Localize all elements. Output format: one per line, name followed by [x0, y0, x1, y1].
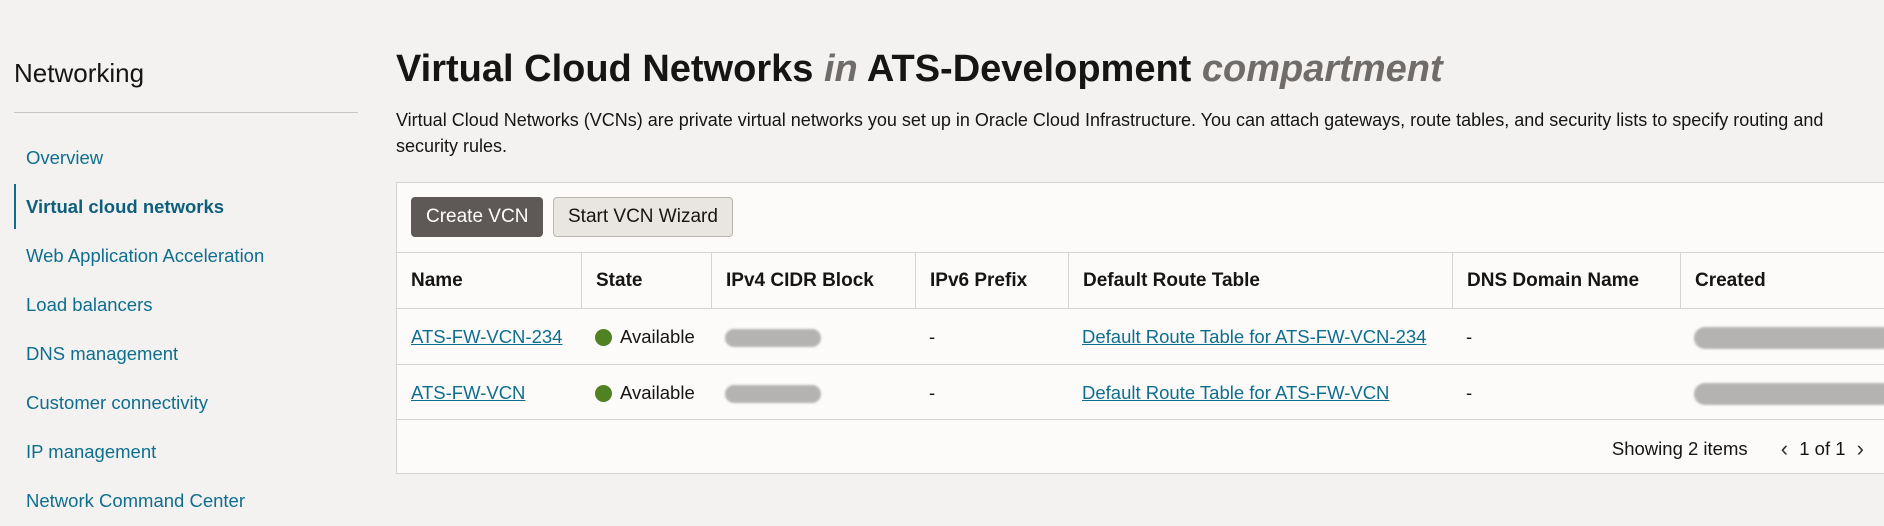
status-available-icon: [595, 329, 612, 346]
sidebar-item-overview[interactable]: Overview: [0, 133, 372, 182]
vcn-dns-cell: -: [1466, 382, 1473, 403]
sidebar-item-load-balancers[interactable]: Load balancers: [0, 280, 372, 329]
vcn-ipv6-cell: -: [929, 326, 936, 347]
vcn-state-cell: Available: [581, 365, 711, 420]
sidebar-divider: [14, 112, 358, 113]
table-row: ATS-FW-VCN-234 Available - Default Route…: [397, 308, 1884, 364]
column-header-ipv4-cidr[interactable]: IPv4 CIDR Block: [711, 253, 915, 308]
create-vcn-button[interactable]: Create VCN: [411, 197, 544, 237]
route-table-link[interactable]: Default Route Table for ATS-FW-VCN: [1082, 382, 1389, 403]
vcn-route-table-cell: Default Route Table for ATS-FW-VCN: [1068, 365, 1452, 420]
vcn-name-cell: ATS-FW-VCN: [397, 365, 581, 420]
page-title: Virtual Cloud Networks in ATS-Developmen…: [396, 48, 1443, 91]
column-header-state[interactable]: State: [581, 253, 711, 308]
column-header-default-route-table[interactable]: Default Route Table: [1068, 253, 1452, 308]
vcn-name-link[interactable]: ATS-FW-VCN: [411, 382, 525, 403]
sidebar-item-dns-management[interactable]: DNS management: [0, 329, 372, 378]
vcn-ipv4-cell: [711, 365, 915, 420]
status-available-icon: [595, 385, 612, 402]
start-vcn-wizard-button[interactable]: Start VCN Wizard: [553, 197, 733, 237]
column-header-dns-domain-name[interactable]: DNS Domain Name: [1452, 253, 1680, 308]
main-content: Virtual Cloud Networks in ATS-Developmen…: [396, 0, 1884, 526]
sidebar: Networking Overview Virtual cloud networ…: [0, 0, 372, 526]
column-header-created[interactable]: Created: [1680, 253, 1884, 308]
vcn-ipv6-cell: -: [929, 382, 936, 403]
page: Networking Overview Virtual cloud networ…: [0, 0, 1884, 526]
page-indicator: 1 of 1: [1799, 438, 1846, 460]
sidebar-item-web-application-acceleration[interactable]: Web Application Acceleration: [0, 231, 372, 280]
column-header-ipv6-prefix[interactable]: IPv6 Prefix: [915, 253, 1068, 308]
vcn-dns-cell: -: [1466, 326, 1473, 347]
sidebar-item-ip-management[interactable]: IP management: [0, 427, 372, 476]
column-header-name[interactable]: Name: [397, 253, 581, 308]
redacted-value: [1694, 383, 1884, 406]
page-title-suffix: compartment: [1201, 48, 1443, 90]
vcn-state-text: Available: [620, 382, 695, 403]
vcn-created-cell: [1680, 309, 1884, 364]
table-row: ATS-FW-VCN Available - Default Route Tab…: [397, 364, 1884, 420]
vcn-state-cell: Available: [581, 309, 711, 364]
redacted-value: [1694, 327, 1884, 350]
redacted-value: [725, 385, 821, 404]
sidebar-title: Networking: [14, 58, 145, 88]
vcn-name-link[interactable]: ATS-FW-VCN-234: [411, 326, 562, 347]
sidebar-item-customer-connectivity[interactable]: Customer connectivity: [0, 378, 372, 427]
pagination: Showing 2 items ‹ 1 of 1 ›: [1612, 433, 1870, 463]
vcn-created-cell: [1680, 365, 1884, 420]
page-title-compartment: ATS-Development: [866, 48, 1192, 90]
page-title-main: Virtual Cloud Networks: [396, 48, 814, 90]
vcn-list-panel: Create VCN Start VCN Wizard Name State I…: [396, 182, 1884, 474]
route-table-link[interactable]: Default Route Table for ATS-FW-VCN-234: [1082, 326, 1426, 347]
vcn-name-cell: ATS-FW-VCN-234: [397, 309, 581, 364]
page-description: Virtual Cloud Networks (VCNs) are privat…: [396, 110, 1824, 156]
chevron-left-icon[interactable]: ‹: [1775, 434, 1794, 464]
sidebar-item-virtual-cloud-networks[interactable]: Virtual cloud networks: [0, 182, 372, 231]
sidebar-nav: Overview Virtual cloud networks Web Appl…: [0, 133, 372, 525]
chevron-right-icon[interactable]: ›: [1851, 434, 1870, 464]
redacted-value: [725, 329, 821, 348]
vcn-state-text: Available: [620, 326, 695, 347]
sidebar-item-network-command-center[interactable]: Network Command Center: [0, 476, 372, 525]
vcn-table: Name State IPv4 CIDR Block IPv6 Prefix D…: [397, 252, 1884, 420]
items-count: Showing 2 items: [1611, 438, 1748, 460]
table-header: Name State IPv4 CIDR Block IPv6 Prefix D…: [397, 252, 1884, 308]
vcn-ipv4-cell: [711, 309, 915, 364]
vcn-route-table-cell: Default Route Table for ATS-FW-VCN-234: [1068, 309, 1452, 364]
page-title-in: in: [823, 48, 858, 90]
